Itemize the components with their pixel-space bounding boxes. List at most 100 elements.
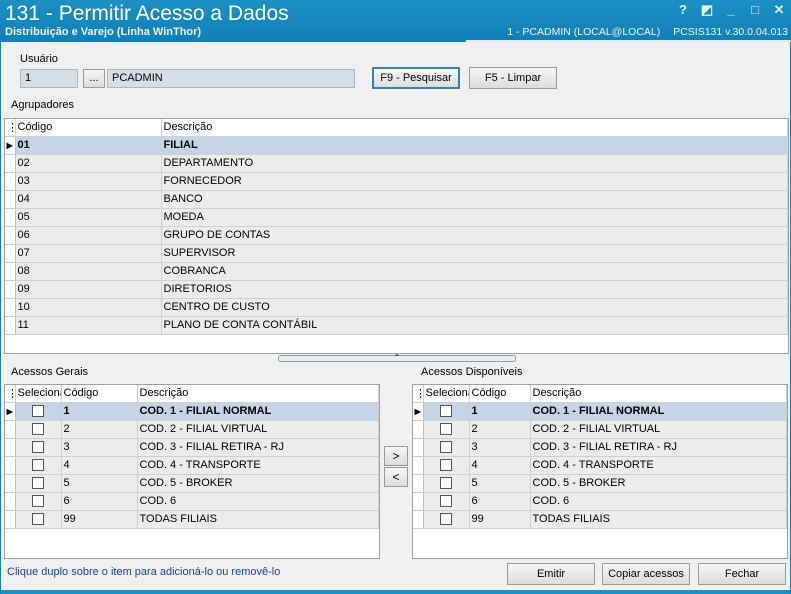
form-body: Usuário 1 ... PCADMIN F9 - Pesquisar F5 … — [0, 42, 791, 594]
table-row[interactable]: 5 COD. 5 - BROKER — [413, 474, 787, 493]
select-checkbox[interactable] — [32, 459, 44, 472]
row-indicator — [5, 510, 16, 529]
copiar-acessos-button[interactable]: Copiar acessos — [602, 563, 690, 585]
cell-select — [15, 456, 62, 475]
select-checkbox[interactable] — [440, 513, 452, 526]
column-header[interactable]: Seleciona — [15, 385, 62, 403]
cell-select — [15, 420, 62, 439]
select-checkbox[interactable] — [440, 441, 452, 454]
table-row[interactable]: 99 TODAS FILIAIS — [5, 510, 379, 529]
select-checkbox[interactable] — [440, 459, 452, 472]
column-chooser-icon[interactable]: ⋮≡ — [5, 119, 16, 137]
remove-access-button[interactable]: < — [384, 467, 408, 487]
row-indicator — [5, 154, 16, 173]
usuario-code-field[interactable]: 1 — [20, 69, 78, 88]
cell-select — [423, 492, 470, 511]
cell-select — [423, 402, 470, 421]
table-row[interactable]: 10 CENTRO DE CUSTO — [5, 298, 788, 317]
select-checkbox[interactable] — [32, 405, 44, 418]
table-row[interactable]: 02 DEPARTAMENTO — [5, 154, 788, 173]
cell-code: 09 — [15, 280, 162, 299]
cell-code: 07 — [15, 244, 162, 263]
cell-code: 01 — [15, 136, 162, 155]
column-header[interactable]: Código — [469, 385, 531, 403]
cell-code: 2 — [469, 420, 531, 439]
fechar-button[interactable]: Fechar — [698, 563, 786, 585]
emitir-button[interactable]: Emitir — [507, 563, 595, 585]
table-row[interactable]: 07 SUPERVISOR — [5, 244, 788, 263]
window-subtitle: Distribuição e Varejo (Linha WinThor) — [5, 26, 202, 38]
cell-select — [423, 420, 470, 439]
select-checkbox[interactable] — [440, 477, 452, 490]
panel-splitter[interactable]: ⌃ — [278, 354, 516, 362]
acessos-gerais-label: Acessos Gerais — [11, 366, 89, 378]
cell-code: 05 — [15, 208, 162, 227]
cell-code: 99 — [469, 510, 531, 529]
table-row[interactable]: 5 COD. 5 - BROKER — [5, 474, 379, 493]
select-checkbox[interactable] — [440, 423, 452, 436]
minimize-icon[interactable]: _ — [723, 2, 739, 18]
row-indicator — [5, 244, 16, 263]
status-version: PCSIS131 v.30.0.04.013 — [673, 26, 788, 38]
add-access-button[interactable]: > — [384, 446, 408, 466]
table-row[interactable]: 04 BANCO — [5, 190, 788, 209]
acessos-gerais-grid[interactable]: ⋮≡ Seleciona Código Descrição ▶ 1COD. 1 -… — [4, 384, 380, 559]
column-header[interactable]: Seleciona — [423, 385, 470, 403]
column-header[interactable]: Descrição — [137, 385, 379, 403]
help-icon[interactable]: ? — [675, 2, 691, 18]
table-row[interactable]: 4 COD. 4 - TRANSPORTE — [413, 456, 787, 475]
usuario-lookup-button[interactable]: ... — [83, 69, 105, 88]
cell-description: GRUPO DE CONTAS — [161, 226, 788, 245]
table-row[interactable]: 08 COBRANCA — [5, 262, 788, 281]
table-row[interactable]: ▶ 1 COD. 1 - FILIAL NORMAL — [5, 402, 379, 421]
table-row[interactable]: 3 COD. 3 - FILIAL RETIRA - RJ — [5, 438, 379, 457]
select-checkbox[interactable] — [32, 423, 44, 436]
column-chooser-icon[interactable]: ⋮≡ — [5, 385, 16, 403]
cell-select — [15, 510, 62, 529]
cell-description: COD. 4 - TRANSPORTE — [530, 456, 787, 475]
clear-button[interactable]: F5 - Limpar — [469, 67, 557, 89]
column-header[interactable]: Descrição — [161, 119, 788, 137]
cell-code: 3 — [469, 438, 531, 457]
table-row[interactable]: 3 COD. 3 - FILIAL RETIRA - RJ — [413, 438, 787, 457]
select-checkbox[interactable] — [32, 441, 44, 454]
cell-description: COD. 5 - BROKER — [530, 474, 787, 493]
select-checkbox[interactable] — [32, 477, 44, 490]
table-row[interactable]: 6 COD. 6 — [5, 492, 379, 511]
agrupadores-grid[interactable]: ⋮≡ Código Descrição ▶01FILIAL02DEPARTAME… — [4, 118, 789, 354]
table-row[interactable]: 99 TODAS FILIAIS — [413, 510, 787, 529]
cell-code: 99 — [61, 510, 138, 529]
column-header[interactable]: Código — [61, 385, 138, 403]
close-icon[interactable]: ✕ — [771, 2, 787, 18]
table-row[interactable]: 03 FORNECEDOR — [5, 172, 788, 191]
table-row[interactable]: 2 COD. 2 - FILIAL VIRTUAL — [413, 420, 787, 439]
table-row[interactable]: ▶ 1 COD. 1 - FILIAL NORMAL — [413, 402, 787, 421]
status-info: 1 - PCADMIN (LOCAL@LOCAL) PCSIS131 v.30.… — [497, 26, 788, 38]
select-checkbox[interactable] — [440, 495, 452, 508]
table-row[interactable]: 11 PLANO DE CONTA CONTÁBIL — [5, 316, 788, 335]
table-row[interactable]: 05 MOEDA — [5, 208, 788, 227]
cell-description: SUPERVISOR — [161, 244, 788, 263]
table-row[interactable]: 6 COD. 6 — [413, 492, 787, 511]
select-checkbox[interactable] — [440, 405, 452, 418]
search-button[interactable]: F9 - Pesquisar — [372, 67, 460, 89]
select-checkbox[interactable] — [32, 513, 44, 526]
column-header[interactable]: Código — [15, 119, 162, 137]
agrupadores-label: Agrupadores — [11, 99, 74, 111]
window-controls: ? ◩ _ □ ✕ — [675, 2, 787, 18]
acessos-disponiveis-grid[interactable]: ⋮≡ Seleciona Código Descrição ▶ 1COD. 1 -… — [412, 384, 788, 559]
cell-code: 04 — [15, 190, 162, 209]
column-chooser-icon[interactable]: ⋮≡ — [413, 385, 424, 403]
table-row[interactable]: 2 COD. 2 - FILIAL VIRTUAL — [5, 420, 379, 439]
row-indicator — [5, 190, 16, 209]
table-row[interactable]: 06 GRUPO DE CONTAS — [5, 226, 788, 245]
table-row[interactable]: 09 DIRETORIOS — [5, 280, 788, 299]
column-header[interactable]: Descrição — [530, 385, 787, 403]
restore-icon[interactable]: ◩ — [699, 2, 715, 18]
cell-select — [423, 474, 470, 493]
table-row[interactable]: ▶ 01 FILIAL — [5, 136, 788, 155]
usuario-name-field: PCADMIN — [107, 69, 355, 88]
table-row[interactable]: 4 COD. 4 - TRANSPORTE — [5, 456, 379, 475]
maximize-icon[interactable]: □ — [747, 2, 763, 18]
select-checkbox[interactable] — [32, 495, 44, 508]
